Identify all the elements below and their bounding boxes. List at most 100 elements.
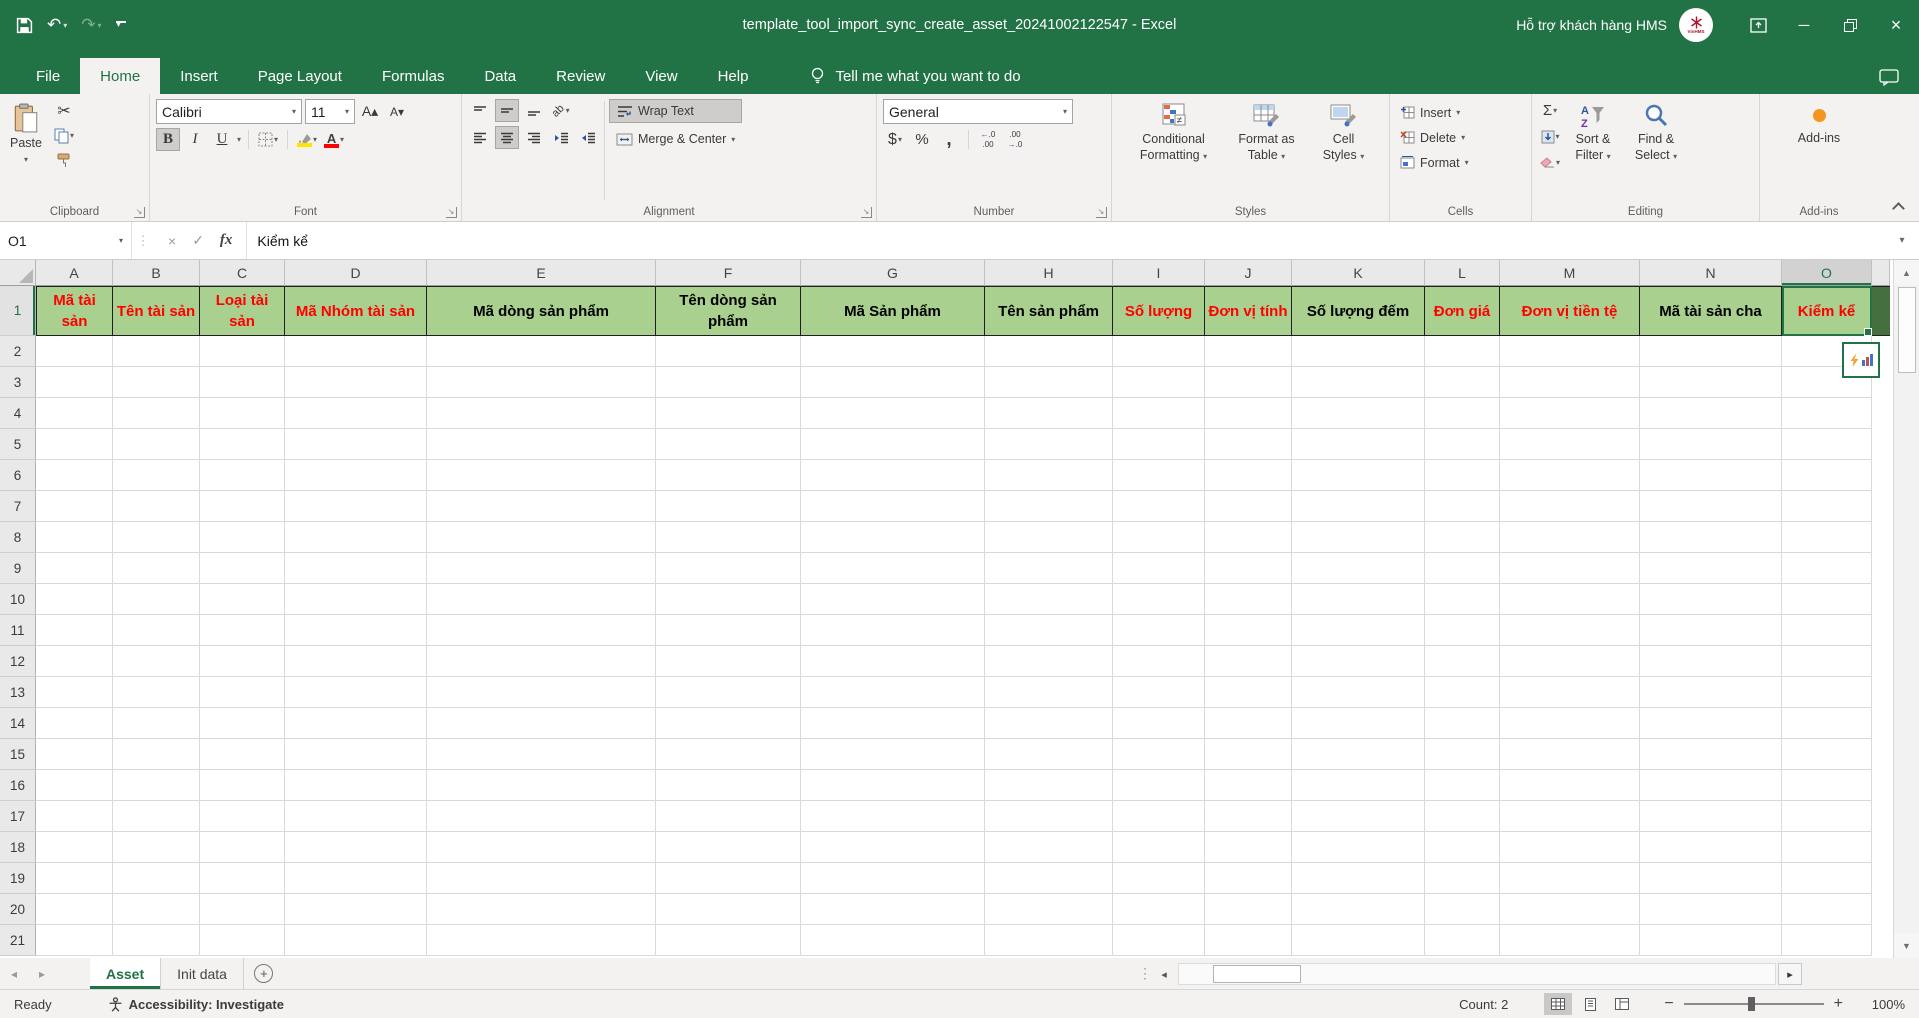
cell-F7[interactable]: [656, 491, 801, 522]
format-as-table-button[interactable]: Format as Table ▾: [1226, 99, 1308, 165]
cell-C6[interactable]: [200, 460, 285, 491]
cell-H2[interactable]: [985, 336, 1113, 367]
cell-K7[interactable]: [1292, 491, 1425, 522]
cell-I13[interactable]: [1113, 677, 1205, 708]
cell-D8[interactable]: [285, 522, 427, 553]
cell-N6[interactable]: [1640, 460, 1782, 491]
column-header-A[interactable]: A: [36, 260, 113, 286]
select-all-corner[interactable]: [0, 260, 36, 286]
cell-I10[interactable]: [1113, 584, 1205, 615]
column-header-F[interactable]: F: [656, 260, 801, 286]
cell-L6[interactable]: [1425, 460, 1500, 491]
cell-A16[interactable]: [36, 770, 113, 801]
cell-A17[interactable]: [36, 801, 113, 832]
cell-K15[interactable]: [1292, 739, 1425, 770]
fill-button[interactable]: ▾: [1538, 125, 1562, 148]
cell-D5[interactable]: [285, 429, 427, 460]
vertical-scrollbar[interactable]: ▲ ▼: [1893, 260, 1919, 958]
cell-B12[interactable]: [113, 646, 200, 677]
cell-E4[interactable]: [427, 398, 656, 429]
cell-H18[interactable]: [985, 832, 1113, 863]
cell-M9[interactable]: [1500, 553, 1640, 584]
cell-C3[interactable]: [200, 367, 285, 398]
column-header-D[interactable]: D: [285, 260, 427, 286]
cell-H19[interactable]: [985, 863, 1113, 894]
cell-B16[interactable]: [113, 770, 200, 801]
cell-L21[interactable]: [1425, 925, 1500, 956]
cell-L4[interactable]: [1425, 398, 1500, 429]
row-header-3[interactable]: 3: [0, 367, 36, 398]
cell-I3[interactable]: [1113, 367, 1205, 398]
cell-F17[interactable]: [656, 801, 801, 832]
new-sheet-button[interactable]: +: [244, 958, 284, 989]
column-header-L[interactable]: L: [1425, 260, 1500, 286]
cell-N5[interactable]: [1640, 429, 1782, 460]
cell-H14[interactable]: [985, 708, 1113, 739]
cell-I8[interactable]: [1113, 522, 1205, 553]
cell-A10[interactable]: [36, 584, 113, 615]
accessibility-status[interactable]: Accessibility: Investigate: [108, 997, 284, 1012]
cell-H16[interactable]: [985, 770, 1113, 801]
cell-C16[interactable]: [200, 770, 285, 801]
cell-D20[interactable]: [285, 894, 427, 925]
cell-F9[interactable]: [656, 553, 801, 584]
cell-F3[interactable]: [656, 367, 801, 398]
formula-bar-grip[interactable]: ⋮: [132, 222, 154, 259]
column-header-N[interactable]: N: [1640, 260, 1782, 286]
column-header-E[interactable]: E: [427, 260, 656, 286]
cell-E14[interactable]: [427, 708, 656, 739]
cell-K20[interactable]: [1292, 894, 1425, 925]
increase-decimal-button[interactable]: ←.0 .00: [976, 128, 1000, 151]
tell-me-box[interactable]: Tell me what you want to do: [810, 67, 1020, 86]
column-header-J[interactable]: J: [1205, 260, 1292, 286]
row-header-20[interactable]: 20: [0, 894, 36, 925]
cell-L18[interactable]: [1425, 832, 1500, 863]
cell-J17[interactable]: [1205, 801, 1292, 832]
cell-M5[interactable]: [1500, 429, 1640, 460]
format-painter-button[interactable]: [52, 149, 76, 172]
cell-N21[interactable]: [1640, 925, 1782, 956]
cell-E5[interactable]: [427, 429, 656, 460]
undo-button[interactable]: ↶▾: [47, 15, 67, 35]
cell-I16[interactable]: [1113, 770, 1205, 801]
cell-A11[interactable]: [36, 615, 113, 646]
cell-F4[interactable]: [656, 398, 801, 429]
cell-E2[interactable]: [427, 336, 656, 367]
cell-G20[interactable]: [801, 894, 985, 925]
cell-G14[interactable]: [801, 708, 985, 739]
cell-A9[interactable]: [36, 553, 113, 584]
header-cell-M1[interactable]: Đơn vị tiền tệ: [1500, 286, 1640, 336]
cell-E16[interactable]: [427, 770, 656, 801]
header-cell-K1[interactable]: Số lượng đếm: [1292, 286, 1425, 336]
cell-J4[interactable]: [1205, 398, 1292, 429]
cell-L5[interactable]: [1425, 429, 1500, 460]
cell-I17[interactable]: [1113, 801, 1205, 832]
cell-G3[interactable]: [801, 367, 985, 398]
column-header-K[interactable]: K: [1292, 260, 1425, 286]
cell-E3[interactable]: [427, 367, 656, 398]
cell-J20[interactable]: [1205, 894, 1292, 925]
cell-D15[interactable]: [285, 739, 427, 770]
cell-G13[interactable]: [801, 677, 985, 708]
cell-L7[interactable]: [1425, 491, 1500, 522]
cell-B8[interactable]: [113, 522, 200, 553]
cell-M3[interactable]: [1500, 367, 1640, 398]
redo-button[interactable]: ↷▾: [81, 15, 101, 35]
cell-O4[interactable]: [1782, 398, 1872, 429]
cell-O9[interactable]: [1782, 553, 1872, 584]
cell-C21[interactable]: [200, 925, 285, 956]
cell-N13[interactable]: [1640, 677, 1782, 708]
ribbon-tab-page-layout[interactable]: Page Layout: [238, 58, 362, 94]
row-header-11[interactable]: 11: [0, 615, 36, 646]
cell-C10[interactable]: [200, 584, 285, 615]
cell-C20[interactable]: [200, 894, 285, 925]
zoom-slider[interactable]: − +: [1664, 995, 1843, 1013]
normal-view-button[interactable]: [1544, 993, 1572, 1015]
cell-K3[interactable]: [1292, 367, 1425, 398]
insert-function-button[interactable]: fx: [220, 232, 233, 249]
cell-L2[interactable]: [1425, 336, 1500, 367]
row-header-13[interactable]: 13: [0, 677, 36, 708]
row-header-4[interactable]: 4: [0, 398, 36, 429]
ribbon-tab-formulas[interactable]: Formulas: [362, 58, 465, 94]
cell-N19[interactable]: [1640, 863, 1782, 894]
